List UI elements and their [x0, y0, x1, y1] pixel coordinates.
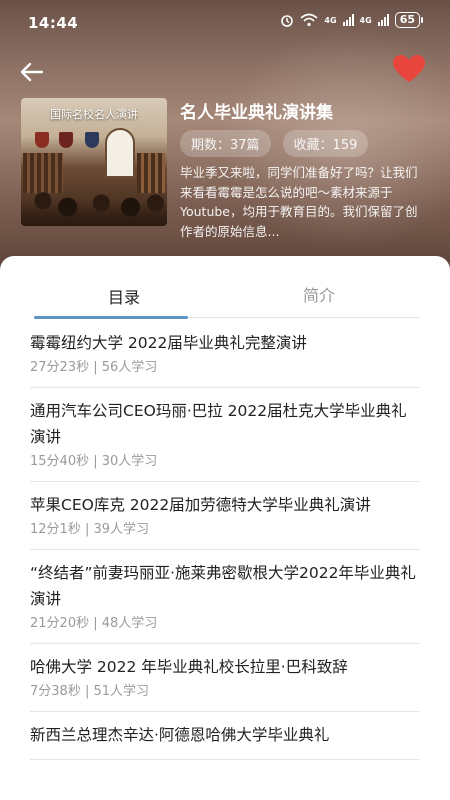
cover-title: 国际名校名人演讲	[50, 108, 138, 121]
tab-intro[interactable]: 简介	[303, 282, 335, 306]
back-arrow-icon[interactable]	[18, 58, 46, 86]
cover-crest	[59, 132, 73, 148]
course-description[interactable]: 毕业季又来啦，同学们准备好了吗？让我们来看看霉霉是怎么说的吧～素材来源于 You…	[180, 163, 425, 241]
lesson-list: 霉霉纽约大学 2022届毕业典礼完整演讲 27分23秒 | 56人学习 通用汽车…	[0, 320, 450, 760]
status-icons: 4G 4G 65	[280, 12, 424, 28]
course-cover-image: 国际名校名人演讲	[21, 98, 167, 226]
cover-crest	[35, 132, 49, 148]
lesson-item[interactable]: 哈佛大学 2022 年毕业典礼校长拉里·巴科致辞 7分38秒 | 51人学习	[30, 644, 420, 712]
status-time: 14:44	[28, 14, 79, 32]
lesson-item[interactable]: 新西兰总理杰辛达·阿德恩哈佛大学毕业典礼	[30, 712, 420, 760]
course-title: 名人毕业典礼演讲集	[180, 103, 333, 123]
lesson-title: 哈佛大学 2022 年毕业典礼校长拉里·巴科致辞	[30, 658, 348, 676]
lesson-title: 苹果CEO库克 2022届加劳德特大学毕业典礼演讲	[30, 496, 371, 514]
lesson-title: 新西兰总理杰辛达·阿德恩哈佛大学毕业典礼	[30, 726, 330, 744]
lesson-meta: 21分20秒 | 48人学习	[30, 616, 158, 631]
lesson-meta: 7分38秒 | 51人学习	[30, 684, 149, 699]
tab-catalog[interactable]: 目录	[108, 284, 140, 308]
cover-window	[105, 128, 135, 178]
lesson-title: 霉霉纽约大学 2022届毕业典礼完整演讲	[30, 334, 307, 352]
cover-audience	[21, 184, 167, 226]
lesson-meta	[30, 748, 420, 759]
signal-icon-2	[377, 14, 389, 26]
course-header: 14:44 4G 4G 65 国际名校名人演讲 名人毕业典礼演讲集 期数：37篇…	[0, 0, 450, 270]
tab-divider	[188, 317, 420, 318]
wifi-icon	[300, 13, 318, 27]
lesson-item[interactable]: 通用汽车公司CEO玛丽·巴拉 2022届杜克大学毕业典礼演讲 15分40秒 | …	[30, 388, 420, 482]
network-4g-badge: 4G	[324, 15, 337, 25]
lesson-meta: 12分1秒 | 39人学习	[30, 522, 149, 537]
status-bar: 14:44 4G 4G 65	[0, 0, 450, 44]
signal-icon	[342, 14, 354, 26]
alarm-icon	[281, 15, 294, 27]
tab-active-indicator	[34, 316, 188, 319]
lesson-item[interactable]: “终结者”前妻玛丽亚·施莱弗密歇根大学2022年毕业典礼演讲 21分20秒 | …	[30, 550, 420, 644]
tab-bar: 目录 简介	[0, 256, 450, 319]
lesson-item[interactable]: 苹果CEO库克 2022届加劳德特大学毕业典礼演讲 12分1秒 | 39人学习	[30, 482, 420, 550]
battery-icon: 65	[394, 12, 424, 28]
lesson-meta: 15分40秒 | 30人学习	[30, 454, 158, 469]
favorites-chip: 收藏：159	[282, 130, 369, 157]
lesson-item[interactable]: 霉霉纽约大学 2022届毕业典礼完整演讲 27分23秒 | 56人学习	[30, 320, 420, 388]
heart-icon[interactable]	[392, 54, 426, 84]
content-sheet: 目录 简介 霉霉纽约大学 2022届毕业典礼完整演讲 27分23秒 | 56人学…	[0, 256, 450, 800]
course-stats: 期数：37篇 收藏：159	[180, 130, 369, 157]
episodes-chip: 期数：37篇	[180, 130, 271, 157]
network-4g-badge-2: 4G	[359, 15, 372, 25]
cover-crest	[85, 132, 99, 148]
lesson-title: 通用汽车公司CEO玛丽·巴拉 2022届杜克大学毕业典礼演讲	[30, 402, 407, 446]
lesson-title: “终结者”前妻玛丽亚·施莱弗密歇根大学2022年毕业典礼演讲	[30, 564, 416, 608]
lesson-meta: 27分23秒 | 56人学习	[30, 360, 158, 375]
